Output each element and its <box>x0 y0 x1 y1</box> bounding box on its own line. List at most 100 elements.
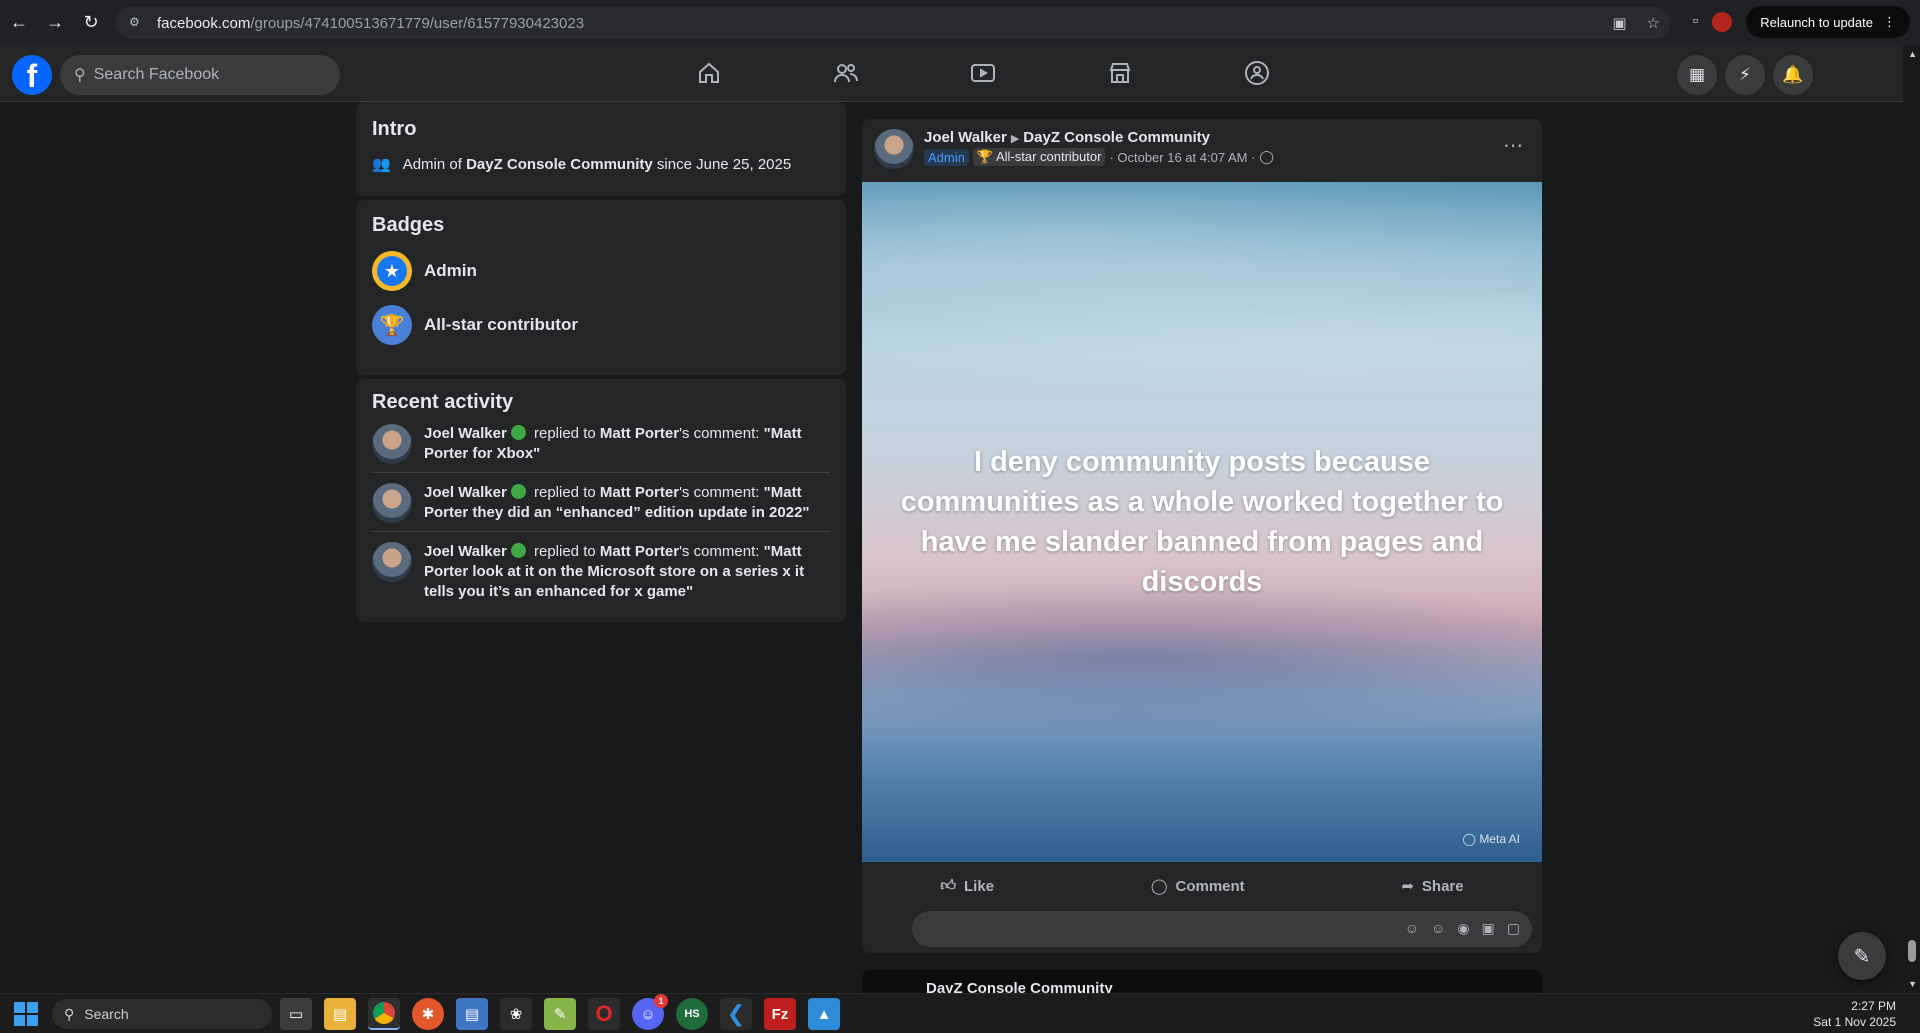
more-options-icon[interactable]: ⋯ <box>1503 133 1524 158</box>
gif-icon[interactable]: ▣ <box>1482 920 1495 937</box>
activity-item[interactable]: Joel Walker replied to Matt Porter's com… <box>372 424 830 473</box>
bookmark-star-icon[interactable]: ☆ <box>1647 14 1660 32</box>
search-placeholder: Search Facebook <box>93 66 220 83</box>
omnibox-actions: ▣ ☆ <box>1612 14 1660 32</box>
activity-verb: replied to <box>529 484 600 501</box>
extension-red-icon[interactable] <box>1712 12 1733 32</box>
post-group-link[interactable]: DayZ Console Community <box>1023 129 1210 146</box>
post-author-link[interactable]: Joel Walker <box>924 129 1007 146</box>
comment-button[interactable]: ◯ Comment <box>1151 877 1245 896</box>
scroll-up-icon[interactable]: ▲ <box>1908 49 1917 59</box>
taskbar-search[interactable]: ⚲ Search <box>52 999 272 1029</box>
notepad-icon[interactable]: ▤ <box>456 998 488 1030</box>
allstar-tag-label: All-star contributor <box>995 149 1102 164</box>
opera-icon[interactable]: O <box>588 998 620 1030</box>
back-icon[interactable]: ← <box>2 6 36 40</box>
globe-icon: ◯ <box>1259 149 1274 164</box>
people-icon: 👥 <box>372 156 391 173</box>
compose-message-icon[interactable]: ✎ <box>1838 932 1886 980</box>
photos-icon[interactable]: ▲ <box>808 998 840 1030</box>
green-badge-icon <box>510 425 526 440</box>
scroll-down-icon[interactable]: ▼ <box>1908 979 1917 989</box>
comment-input[interactable]: ☺ ☺ ◉ ▣ ▢ <box>912 911 1532 947</box>
extensions-icon[interactable]: ▫ <box>1693 13 1699 31</box>
badge-admin[interactable]: ★ Admin <box>372 251 830 291</box>
activity-text: Joel Walker replied to Matt Porter's com… <box>424 483 830 523</box>
task-view-icon[interactable]: ▭ <box>280 998 312 1030</box>
badge-allstar[interactable]: 🏆 All-star contributor <box>372 305 830 345</box>
discord-notification-badge: 1 <box>654 994 668 1008</box>
activity-actor[interactable]: Joel Walker <box>424 543 507 560</box>
admin-star-badge-icon: ★ <box>372 251 412 291</box>
app-orange-icon[interactable]: ✱ <box>412 998 444 1030</box>
nav-marketplace-icon[interactable] <box>1051 45 1188 101</box>
relaunch-button[interactable]: Relaunch to update ⋮ <box>1746 6 1910 38</box>
activity-actor[interactable]: Joel Walker <box>424 484 507 501</box>
emoji-icon[interactable]: ☺ <box>1431 920 1445 937</box>
chrome-icon[interactable] <box>368 998 400 1030</box>
system-clock[interactable]: 2:27 PM Sat 1 Nov 2025 <box>1813 998 1896 1030</box>
notepad-plus-icon[interactable]: ✎ <box>544 998 576 1030</box>
nav-groups-icon[interactable] <box>1188 45 1325 101</box>
post-card: Joel Walker ▶ DayZ Console Community Admin… <box>862 119 1542 953</box>
like-label: Like <box>964 877 995 895</box>
chatgpt-icon[interactable]: ❀ <box>500 998 532 1030</box>
menu-grid-icon[interactable]: ▦ <box>1677 55 1717 95</box>
reload-icon[interactable]: ↻ <box>74 6 108 40</box>
messenger-icon[interactable]: ⚡ <box>1725 55 1765 95</box>
comment-label: Comment <box>1175 877 1245 895</box>
like-button[interactable]: 👍︎ Like <box>940 877 994 895</box>
intro-group-link[interactable]: DayZ Console Community <box>466 156 653 173</box>
discord-icon[interactable]: ☺ 1 <box>632 994 668 1030</box>
install-app-icon[interactable]: ▣ <box>1612 14 1626 32</box>
camera-icon[interactable]: ◉ <box>1457 920 1469 937</box>
facebook-logo-icon[interactable]: f <box>12 55 52 95</box>
kebab-menu-icon[interactable]: ⋮ <box>1883 14 1896 30</box>
nav-video-icon[interactable] <box>914 45 1051 101</box>
caret-right-icon: ▶ <box>1010 133 1020 145</box>
taskbar-apps: ▭ ▤ ✱ ▤ ❀ ✎ O ☺ 1 HS ❮ Fz ▲ <box>280 994 840 1030</box>
share-button[interactable]: ➦ Share <box>1401 877 1463 896</box>
scroll-thumb[interactable] <box>1908 940 1916 962</box>
comment-tools: ☺ ☺ ◉ ▣ ▢ <box>1405 920 1520 937</box>
url-path: /groups/474100513671779/user/61577930423… <box>250 14 585 32</box>
activity-item[interactable]: Joel Walker replied to Matt Porter's com… <box>372 542 830 610</box>
filezilla-icon[interactable]: Fz <box>764 998 796 1030</box>
intro-admin-row: 👥 Admin of DayZ Console Community since … <box>372 155 830 174</box>
activity-target[interactable]: Matt Porter <box>600 484 679 501</box>
avatar <box>372 542 412 582</box>
clock-time: 2:27 PM <box>1851 999 1896 1013</box>
activity-item[interactable]: Joel Walker replied to Matt Porter's com… <box>372 483 830 532</box>
sticker-icon[interactable]: ▢ <box>1507 920 1520 937</box>
address-bar[interactable]: ⚙ facebook.com/groups/474100513671779/us… <box>115 7 1670 39</box>
windows-start-icon[interactable] <box>14 1002 38 1026</box>
activity-target[interactable]: Matt Porter <box>600 425 679 442</box>
activity-target[interactable]: Matt Porter <box>600 543 679 560</box>
post-image[interactable]: I deny community posts because communiti… <box>862 182 1542 862</box>
recent-activity-card: Recent activity Joel Walker replied to M… <box>356 379 846 622</box>
facebook-header: f ⚲ Search Facebook ▦ ⚡ 🔔 <box>0 45 1903 102</box>
activity-possessive: 's comment: <box>679 484 764 501</box>
main-nav <box>640 45 1325 101</box>
avatar[interactable] <box>874 129 914 169</box>
relaunch-label: Relaunch to update <box>1760 14 1873 30</box>
meta-ai-watermark: ◯ Meta AI <box>1462 832 1520 846</box>
hs-app-icon[interactable]: HS <box>676 998 708 1030</box>
activity-actor[interactable]: Joel Walker <box>424 425 507 442</box>
nav-home-icon[interactable] <box>640 45 777 101</box>
url-host: facebook.com <box>157 14 251 32</box>
post-time[interactable]: · October 16 at 4:07 AM · <box>1109 150 1255 165</box>
avatar-sticker-icon[interactable]: ☺ <box>1405 920 1419 937</box>
site-info-icon[interactable]: ⚙ <box>129 15 145 31</box>
activity-possessive: 's comment: <box>679 543 764 560</box>
forward-icon[interactable]: → <box>38 6 72 40</box>
notifications-bell-icon[interactable]: 🔔 <box>1773 55 1813 95</box>
nav-friends-icon[interactable] <box>777 45 914 101</box>
page-scrollbar[interactable]: ▲ ▼ <box>1903 45 1920 993</box>
next-post-title[interactable]: DayZ Console Community <box>926 980 1113 993</box>
file-explorer-icon[interactable]: ▤ <box>324 998 356 1030</box>
search-input[interactable]: ⚲ Search Facebook <box>60 55 340 95</box>
post-author-line: Joel Walker ▶ DayZ Console Community <box>924 129 1274 146</box>
green-badge-icon <box>510 543 526 558</box>
vscode-icon[interactable]: ❮ <box>720 998 752 1030</box>
